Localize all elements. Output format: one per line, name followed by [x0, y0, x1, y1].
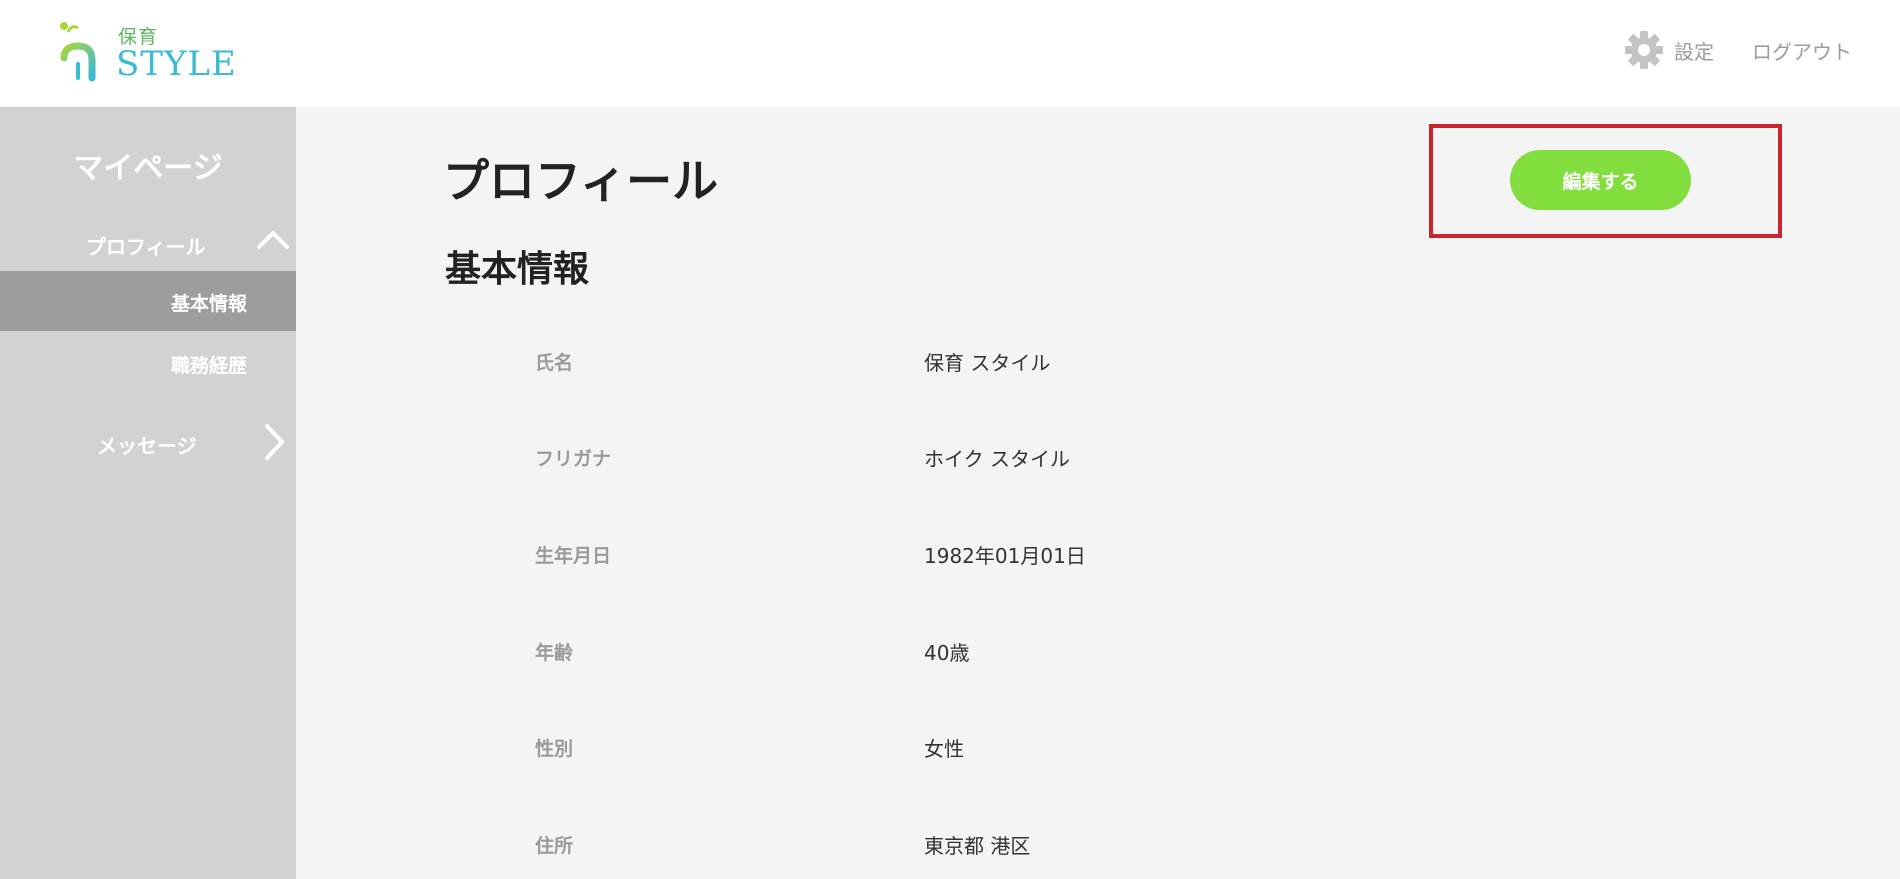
logout-link[interactable]: ログアウト — [1752, 36, 1852, 65]
logo-text: STYLE — [116, 44, 237, 84]
info-row-furigana: フリガナ ホイク スタイル — [0, 436, 1900, 476]
edit-button[interactable]: 編集する — [1510, 150, 1691, 210]
info-label: 生年月日 — [535, 545, 612, 567]
settings-label: 設定 — [1674, 39, 1714, 64]
info-row-age: 年齢 40歳 — [0, 630, 1900, 670]
header-actions: 設定 ログアウト — [1624, 31, 1852, 69]
info-row-name: 氏名 保育 スタイル — [0, 340, 1900, 380]
app-root: 保育 STYLE 設定 ログアウト マイページ プロフィール 基本情報 職務経歴… — [0, 0, 1900, 879]
info-row-gender: 性別 女性 — [0, 726, 1900, 766]
section-title: 基本情報 — [445, 249, 590, 290]
info-value: 東京都 港区 — [924, 834, 1031, 858]
info-label: 年齢 — [535, 642, 574, 664]
chevron-up-icon — [257, 231, 289, 249]
sidebar-item-label: 基本情報 — [170, 293, 247, 315]
info-value: 1982年01月01日 — [924, 544, 1086, 568]
info-label: 性別 — [535, 738, 574, 760]
top-header: 保育 STYLE 設定 ログアウト — [0, 0, 1900, 107]
info-row-birthdate: 生年月日 1982年01月01日 — [0, 533, 1900, 573]
info-value: ホイク スタイル — [924, 447, 1070, 471]
logo[interactable]: 保育 STYLE — [58, 18, 236, 84]
sidebar-item-profile[interactable]: プロフィール — [0, 214, 296, 272]
info-label: 住所 — [535, 835, 574, 857]
settings-link[interactable]: 設定 — [1624, 30, 1714, 70]
logo-mark-icon — [60, 22, 96, 82]
sidebar-item-label: プロフィール — [86, 235, 206, 259]
info-value: 保育 スタイル — [924, 351, 1051, 375]
info-row-address: 住所 東京都 港区 — [0, 823, 1900, 863]
sidebar-item-basic-info[interactable]: 基本情報 — [0, 271, 296, 331]
page-title: プロフィール — [443, 154, 719, 208]
info-value: 40歳 — [924, 641, 970, 665]
info-value: 女性 — [924, 737, 964, 761]
sidebar-title: マイページ — [73, 151, 223, 186]
info-label: フリガナ — [535, 448, 612, 470]
gear-icon — [1625, 31, 1663, 69]
info-label: 氏名 — [535, 352, 574, 374]
